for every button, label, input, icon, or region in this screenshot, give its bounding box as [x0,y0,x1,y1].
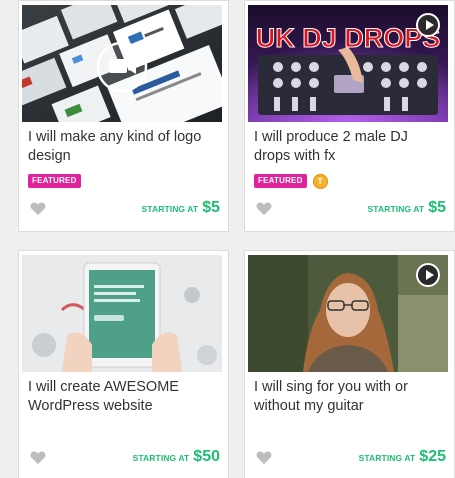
gig-title[interactable]: I will sing for you with or without my g… [254,378,444,416]
starting-price: STARTING AT $5 [368,199,446,217]
play-icon[interactable] [416,263,440,287]
gig-badges: FEATURED [28,174,81,188]
featured-badge: FEATURED [28,174,81,188]
price: $50 [193,448,220,465]
featured-badge: FEATURED [254,174,307,188]
heart-icon[interactable] [30,201,46,216]
starting-price: STARTING AT $50 [133,448,220,466]
top-rated-badge-icon: T [312,173,328,189]
price: $25 [419,448,446,465]
gig-title[interactable]: I will make any kind of logo design [28,128,218,166]
gig-thumbnail[interactable] [22,255,222,372]
logo-design-image [22,5,222,122]
gig-thumbnail[interactable]: UK DJ DROPS [248,5,448,122]
price: $5 [202,199,220,216]
wordpress-tablet-image [22,255,222,372]
gig-card[interactable]: I will create AWESOME WordPress website … [18,250,229,478]
heart-icon[interactable] [256,201,272,216]
starting-at-label: STARTING AT [358,453,416,463]
starting-at-label: STARTING AT [367,204,425,214]
gig-badges: FEATURED T [254,173,328,189]
starting-at-label: STARTING AT [141,204,199,214]
starting-price: STARTING AT $5 [142,199,220,217]
starting-price: STARTING AT $25 [359,448,446,466]
gig-title[interactable]: I will create AWESOME WordPress website [28,378,218,416]
play-icon[interactable] [416,13,440,37]
starting-at-label: STARTING AT [132,453,190,463]
price: $5 [428,199,446,216]
heart-icon[interactable] [256,450,272,465]
thumbnail-text: UK DJ DROPS [256,23,441,53]
gig-card[interactable]: UK DJ DROPS I will produce 2 male DJ dro… [244,0,455,232]
gig-card[interactable]: I will sing for you with or without my g… [244,250,455,478]
gig-card[interactable]: I will make any kind of logo design FEAT… [18,0,229,232]
gig-thumbnail[interactable] [248,255,448,372]
gig-title[interactable]: I will produce 2 male DJ drops with fx [254,128,444,166]
gig-thumbnail[interactable] [22,5,222,122]
heart-icon[interactable] [30,450,46,465]
